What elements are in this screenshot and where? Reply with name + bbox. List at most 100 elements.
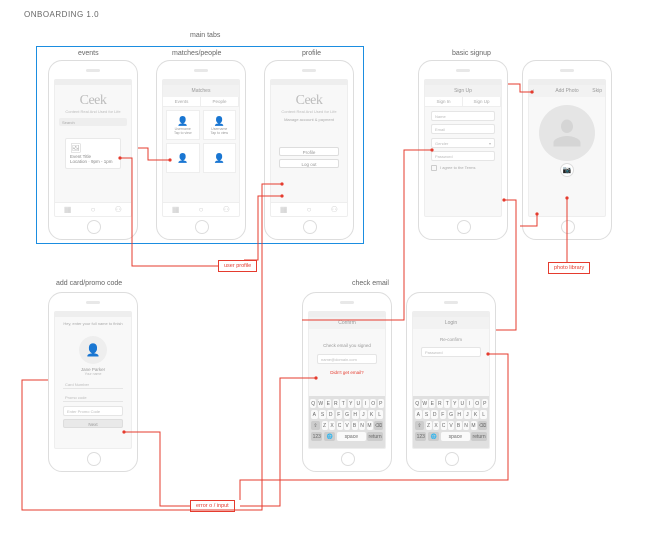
key[interactable]: L — [480, 410, 487, 419]
subtab-events[interactable]: Events — [163, 97, 201, 106]
keyboard[interactable]: QWERTYUIOP ASDFGHJKL ⇧ZXCVBNM⌫ 123🌐space… — [413, 396, 489, 448]
key[interactable]: D — [431, 410, 438, 419]
key[interactable]: Z — [426, 421, 432, 430]
event-card[interactable]: 🖼 Event Title Location · 9pm - 1pm — [65, 138, 121, 169]
key[interactable]: S — [423, 410, 430, 419]
key[interactable]: M — [471, 421, 477, 430]
key[interactable]: H — [352, 410, 359, 419]
keyboard[interactable]: QWERTYUIOP ASDFGHJKL ⇧ZXCVBNM⌫ 123🌐space… — [309, 396, 385, 448]
key[interactable]: S — [319, 410, 326, 419]
number-key[interactable]: 123 — [311, 432, 322, 441]
key[interactable]: Q — [310, 399, 316, 408]
key[interactable]: X — [329, 421, 335, 430]
key[interactable]: R — [333, 399, 339, 408]
key[interactable]: P — [482, 399, 488, 408]
key[interactable]: G — [448, 410, 455, 419]
camera-button[interactable]: 📷 — [560, 163, 574, 177]
delete-key[interactable]: ⌫ — [374, 421, 383, 430]
key[interactable]: E — [429, 399, 435, 408]
people-cell[interactable]: 👤UsernameTap to view — [166, 110, 200, 140]
key[interactable]: A — [415, 410, 422, 419]
key[interactable]: N — [359, 421, 365, 430]
key[interactable]: B — [352, 421, 358, 430]
tab-profile-icon[interactable]: ⚇ — [106, 203, 131, 216]
key[interactable]: O — [370, 399, 376, 408]
key[interactable]: A — [311, 410, 318, 419]
tab-profile-icon[interactable]: ⚇ — [322, 203, 347, 216]
key[interactable]: Y — [348, 399, 354, 408]
key[interactable]: T — [444, 399, 450, 408]
tab-signup[interactable]: Sign Up — [463, 97, 501, 106]
people-cell[interactable]: 👤UsernameTap to view — [203, 110, 237, 140]
tab-events-icon[interactable]: ▦ — [163, 203, 188, 216]
password-field[interactable]: Password — [421, 347, 481, 357]
key[interactable]: E — [325, 399, 331, 408]
tab-events-icon[interactable]: ▦ — [271, 203, 296, 216]
delete-key[interactable]: ⌫ — [478, 421, 487, 430]
key[interactable]: R — [437, 399, 443, 408]
globe-key[interactable]: 🌐 — [428, 432, 439, 441]
name-field[interactable]: Name — [431, 111, 495, 121]
shift-key[interactable]: ⇧ — [311, 421, 320, 430]
key[interactable]: L — [376, 410, 383, 419]
key[interactable]: Q — [414, 399, 420, 408]
logout-button[interactable]: Log out — [279, 159, 339, 168]
return-key[interactable]: return — [367, 432, 383, 441]
gender-select[interactable]: Gender — [431, 138, 495, 148]
key[interactable]: O — [474, 399, 480, 408]
key[interactable]: V — [448, 421, 454, 430]
key[interactable]: Y — [452, 399, 458, 408]
key[interactable]: F — [440, 410, 447, 419]
globe-key[interactable]: 🌐 — [324, 432, 335, 441]
return-key[interactable]: return — [471, 432, 487, 441]
key[interactable]: C — [337, 421, 343, 430]
key[interactable]: G — [344, 410, 351, 419]
key[interactable]: X — [433, 421, 439, 430]
key[interactable]: U — [459, 399, 465, 408]
key[interactable]: W — [422, 399, 428, 408]
card-number-field[interactable]: Card Number — [63, 380, 123, 389]
key[interactable]: J — [464, 410, 471, 419]
key[interactable]: U — [355, 399, 361, 408]
key[interactable]: M — [367, 421, 373, 430]
key[interactable]: K — [368, 410, 375, 419]
key[interactable]: V — [344, 421, 350, 430]
people-cell[interactable]: 👤 — [166, 143, 200, 173]
key[interactable]: I — [467, 399, 473, 408]
space-key[interactable]: space — [441, 432, 470, 441]
key[interactable]: J — [360, 410, 367, 419]
key[interactable]: Z — [322, 421, 328, 430]
number-key[interactable]: 123 — [415, 432, 426, 441]
key[interactable]: H — [456, 410, 463, 419]
subtab-people[interactable]: People — [201, 97, 239, 106]
key[interactable]: P — [378, 399, 384, 408]
key[interactable]: D — [327, 410, 334, 419]
space-key[interactable]: space — [337, 432, 366, 441]
key[interactable]: C — [441, 421, 447, 430]
tab-matches-icon[interactable]: ○ — [80, 203, 105, 216]
tab-profile-icon[interactable]: ⚇ — [214, 203, 239, 216]
skip-link[interactable]: Skip — [592, 88, 602, 94]
password-field[interactable]: Password — [431, 151, 495, 161]
tab-matches-icon[interactable]: ○ — [188, 203, 213, 216]
tab-matches-icon[interactable]: ○ — [296, 203, 321, 216]
key[interactable]: B — [456, 421, 462, 430]
checkbox-icon[interactable] — [431, 165, 437, 171]
terms-row[interactable]: I agree to the Terms — [431, 165, 495, 171]
key[interactable]: N — [463, 421, 469, 430]
key[interactable]: T — [340, 399, 346, 408]
key[interactable]: W — [318, 399, 324, 408]
profile-button[interactable]: Profile — [279, 147, 339, 156]
back-icon[interactable]: ‹ — [532, 88, 534, 95]
next-button[interactable]: Next — [63, 419, 123, 428]
people-cell[interactable]: 👤 — [203, 143, 237, 173]
key[interactable]: F — [336, 410, 343, 419]
email-field[interactable]: Email — [431, 124, 495, 134]
shift-key[interactable]: ⇧ — [415, 421, 424, 430]
key[interactable]: I — [363, 399, 369, 408]
resend-link[interactable]: Didn't get email? — [309, 370, 385, 375]
search-input[interactable]: Search — [59, 118, 127, 126]
promo-field[interactable]: Enter Promo Code — [63, 406, 123, 416]
key[interactable]: K — [472, 410, 479, 419]
tab-signin[interactable]: Sign In — [425, 97, 463, 106]
